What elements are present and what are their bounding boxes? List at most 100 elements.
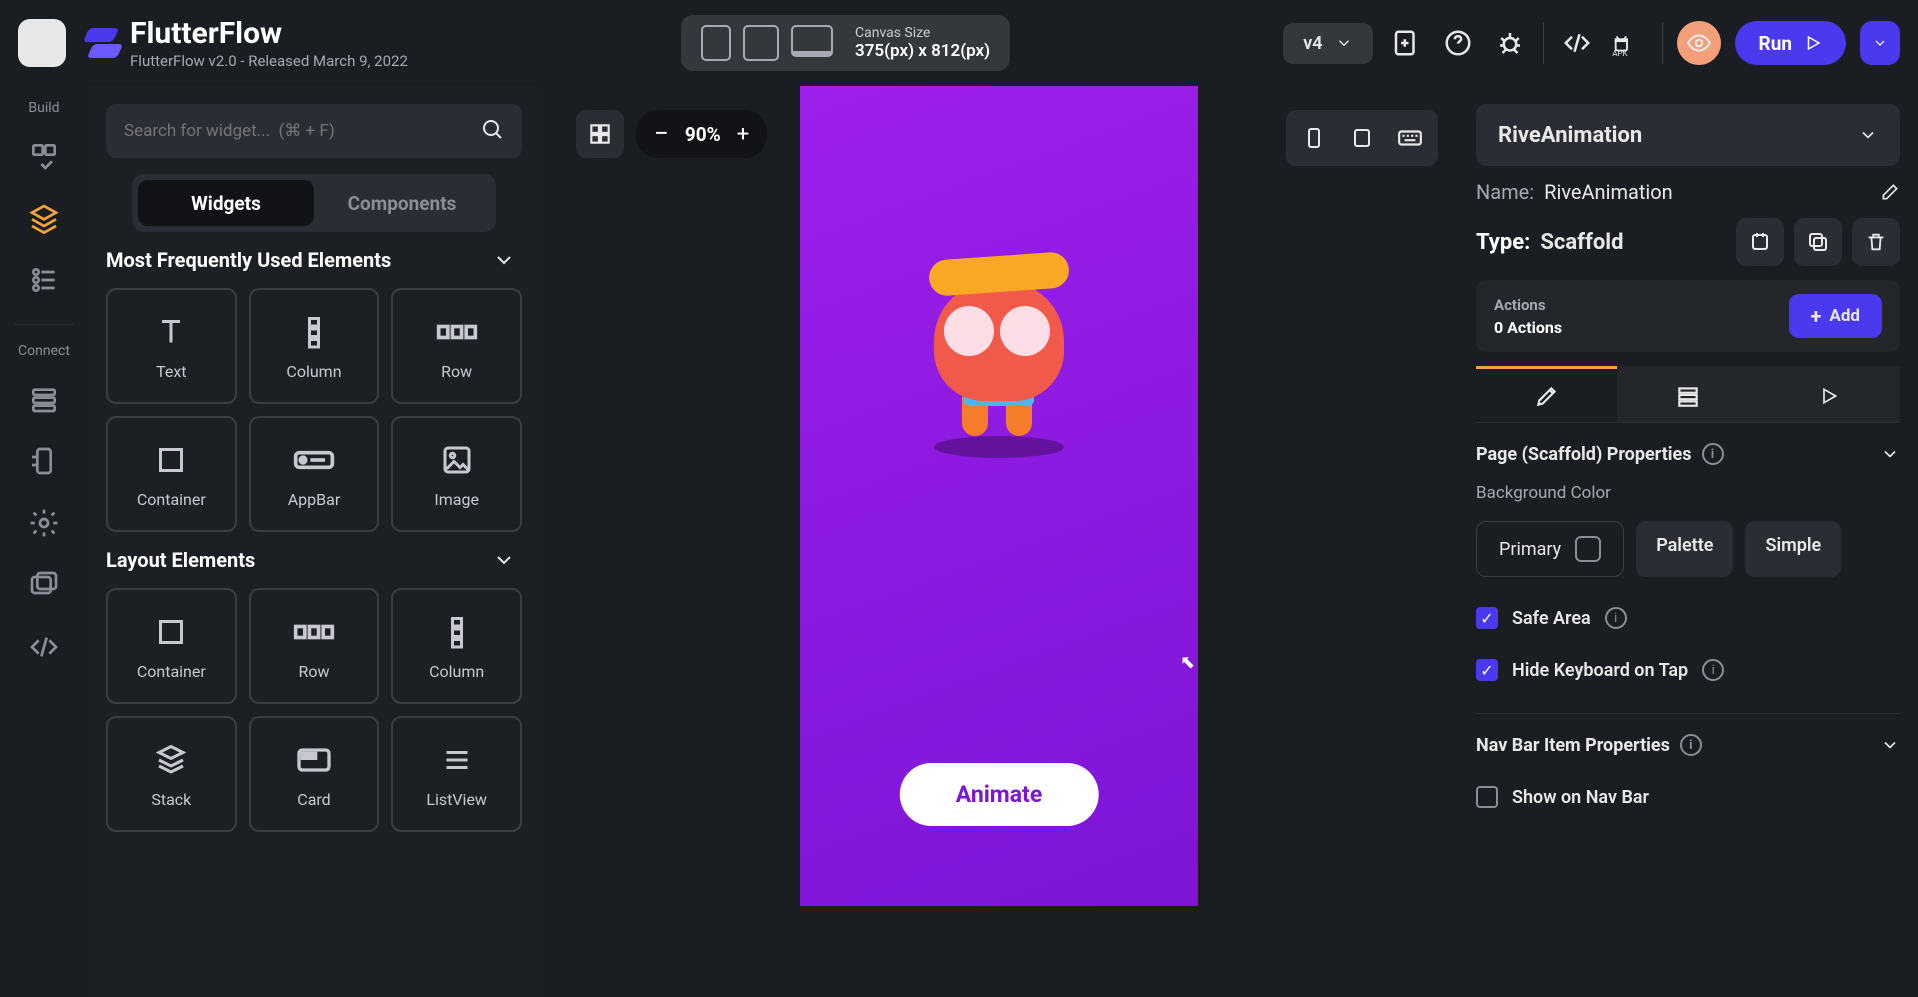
zoom-level: 90% — [685, 123, 721, 146]
actions-label: Actions — [1494, 296, 1562, 314]
scaffold-props-title: Page (Scaffold) Properties — [1476, 444, 1692, 465]
info-icon[interactable]: i — [1680, 734, 1702, 756]
brand-title: FlutterFlow — [130, 17, 408, 50]
preview-keyboard-icon[interactable] — [1388, 116, 1432, 160]
logo-mark-icon — [84, 26, 118, 60]
rail-item-tree[interactable] — [18, 254, 70, 306]
widget-text[interactable]: Text — [106, 288, 237, 404]
brand-subtitle: FlutterFlow v2.0 - Released March 9, 202… — [130, 52, 408, 70]
rp-tab-style[interactable] — [1476, 366, 1617, 422]
safe-area-label: Safe Area — [1512, 608, 1591, 629]
run-more-button[interactable] — [1860, 21, 1900, 65]
rail-item-database[interactable] — [18, 373, 70, 425]
show-navbar-checkbox[interactable] — [1476, 786, 1498, 808]
rail-build-label: Build — [28, 100, 59, 116]
bg-color-label: Background Color — [1476, 483, 1900, 503]
name-value[interactable]: RiveAnimation — [1544, 180, 1870, 204]
brand-logo: FlutterFlow FlutterFlow v2.0 - Released … — [84, 17, 408, 70]
add-action-button[interactable]: + Add — [1789, 294, 1882, 338]
name-label: Name: — [1476, 180, 1534, 204]
rail-item-widgets[interactable] — [18, 130, 70, 182]
delete-button[interactable] — [1852, 218, 1900, 266]
phone-device-icon[interactable] — [701, 25, 731, 61]
copy-button[interactable] — [1794, 218, 1842, 266]
edit-icon[interactable] — [1880, 182, 1900, 202]
search-input[interactable] — [124, 121, 480, 141]
rail-item-code[interactable] — [18, 621, 70, 673]
type-label: Type: — [1476, 230, 1530, 255]
section-freq-head[interactable]: Most Frequently Used Elements — [106, 248, 522, 272]
info-icon[interactable]: i — [1605, 607, 1627, 629]
wrap-button[interactable] — [1736, 218, 1784, 266]
widget-row2[interactable]: Row — [249, 588, 380, 704]
add-page-icon[interactable] — [1387, 24, 1425, 62]
version-selector[interactable]: v4 — [1283, 23, 1372, 64]
version-label: v4 — [1303, 33, 1322, 54]
add-label: Add — [1829, 306, 1860, 326]
desktop-device-icon[interactable] — [791, 25, 833, 57]
hide-keyboard-checkbox[interactable]: ✓ — [1476, 659, 1498, 681]
widget-listview[interactable]: ListView — [391, 716, 522, 832]
tablet-device-icon[interactable] — [743, 25, 779, 61]
preview-phone-icon[interactable] — [1292, 116, 1336, 160]
rp-tab-data[interactable] — [1617, 366, 1758, 422]
bg-primary-label: Primary — [1499, 539, 1561, 560]
palette-button[interactable]: Palette — [1636, 521, 1733, 577]
hide-keyboard-label: Hide Keyboard on Tap — [1512, 660, 1688, 681]
info-icon[interactable]: i — [1702, 659, 1724, 681]
section-freq-title: Most Frequently Used Elements — [106, 248, 391, 272]
info-icon[interactable]: i — [1702, 443, 1724, 465]
sidebar-rail: Build Connect — [0, 86, 88, 997]
simple-button[interactable]: Simple — [1745, 521, 1841, 577]
zoom-out-button[interactable]: − — [654, 119, 669, 149]
zoom-in-button[interactable]: + — [737, 122, 749, 147]
widget-container[interactable]: Container — [106, 416, 237, 532]
bg-primary-chip[interactable]: Primary — [1476, 521, 1624, 577]
canvas-area[interactable]: − 90% + Animate ⬉ — [540, 86, 1458, 997]
rail-item-media[interactable] — [18, 559, 70, 611]
navbar-props-title: Nav Bar Item Properties — [1476, 735, 1670, 756]
rail-item-settings[interactable] — [18, 497, 70, 549]
bug-icon[interactable] — [1491, 24, 1529, 62]
code-icon[interactable] — [1558, 24, 1596, 62]
widget-card[interactable]: Card — [249, 716, 380, 832]
divider — [14, 324, 74, 325]
rive-character — [914, 236, 1084, 436]
widget-column[interactable]: Column — [249, 288, 380, 404]
widget-panel: Widgets Components Most Frequently Used … — [88, 86, 540, 997]
widget-appbar[interactable]: AppBar — [249, 416, 380, 532]
rail-item-layers[interactable] — [18, 192, 70, 244]
type-value: Scaffold — [1540, 230, 1623, 255]
canvas-tool-select[interactable] — [576, 110, 624, 158]
rail-item-api[interactable] — [18, 435, 70, 487]
animate-button[interactable]: Animate — [900, 763, 1099, 826]
safe-area-checkbox[interactable]: ✓ — [1476, 607, 1498, 629]
tab-switch: Widgets Components — [132, 174, 496, 232]
preview-icon[interactable] — [1677, 21, 1721, 65]
actions-count: 0 Actions — [1494, 318, 1562, 337]
tab-widgets[interactable]: Widgets — [138, 180, 314, 226]
tab-components[interactable]: Components — [314, 180, 490, 226]
widget-row[interactable]: Row — [391, 288, 522, 404]
run-button[interactable]: Run — [1735, 21, 1846, 65]
divider — [1662, 22, 1663, 64]
widget-column2[interactable]: Column — [391, 588, 522, 704]
chevron-down-icon[interactable] — [1880, 444, 1900, 464]
android-icon[interactable]: APK — [1610, 24, 1648, 62]
preview-tablet-icon[interactable] — [1340, 116, 1384, 160]
help-icon[interactable] — [1439, 24, 1477, 62]
properties-head[interactable]: RiveAnimation — [1476, 104, 1900, 166]
chevron-down-icon[interactable] — [1880, 735, 1900, 755]
section-layout-head[interactable]: Layout Elements — [106, 548, 522, 572]
widget-stack[interactable]: Stack — [106, 716, 237, 832]
widget-image[interactable]: Image — [391, 416, 522, 532]
rail-connect-label: Connect — [18, 343, 70, 359]
phone-canvas[interactable]: Animate — [800, 86, 1198, 906]
divider — [1476, 713, 1900, 714]
widget-container2[interactable]: Container — [106, 588, 237, 704]
rp-tab-play[interactable] — [1759, 366, 1900, 422]
zoom-control: − 90% + — [636, 110, 767, 158]
search-icon[interactable] — [480, 117, 504, 145]
home-button[interactable] — [18, 19, 66, 67]
run-label: Run — [1759, 32, 1792, 55]
